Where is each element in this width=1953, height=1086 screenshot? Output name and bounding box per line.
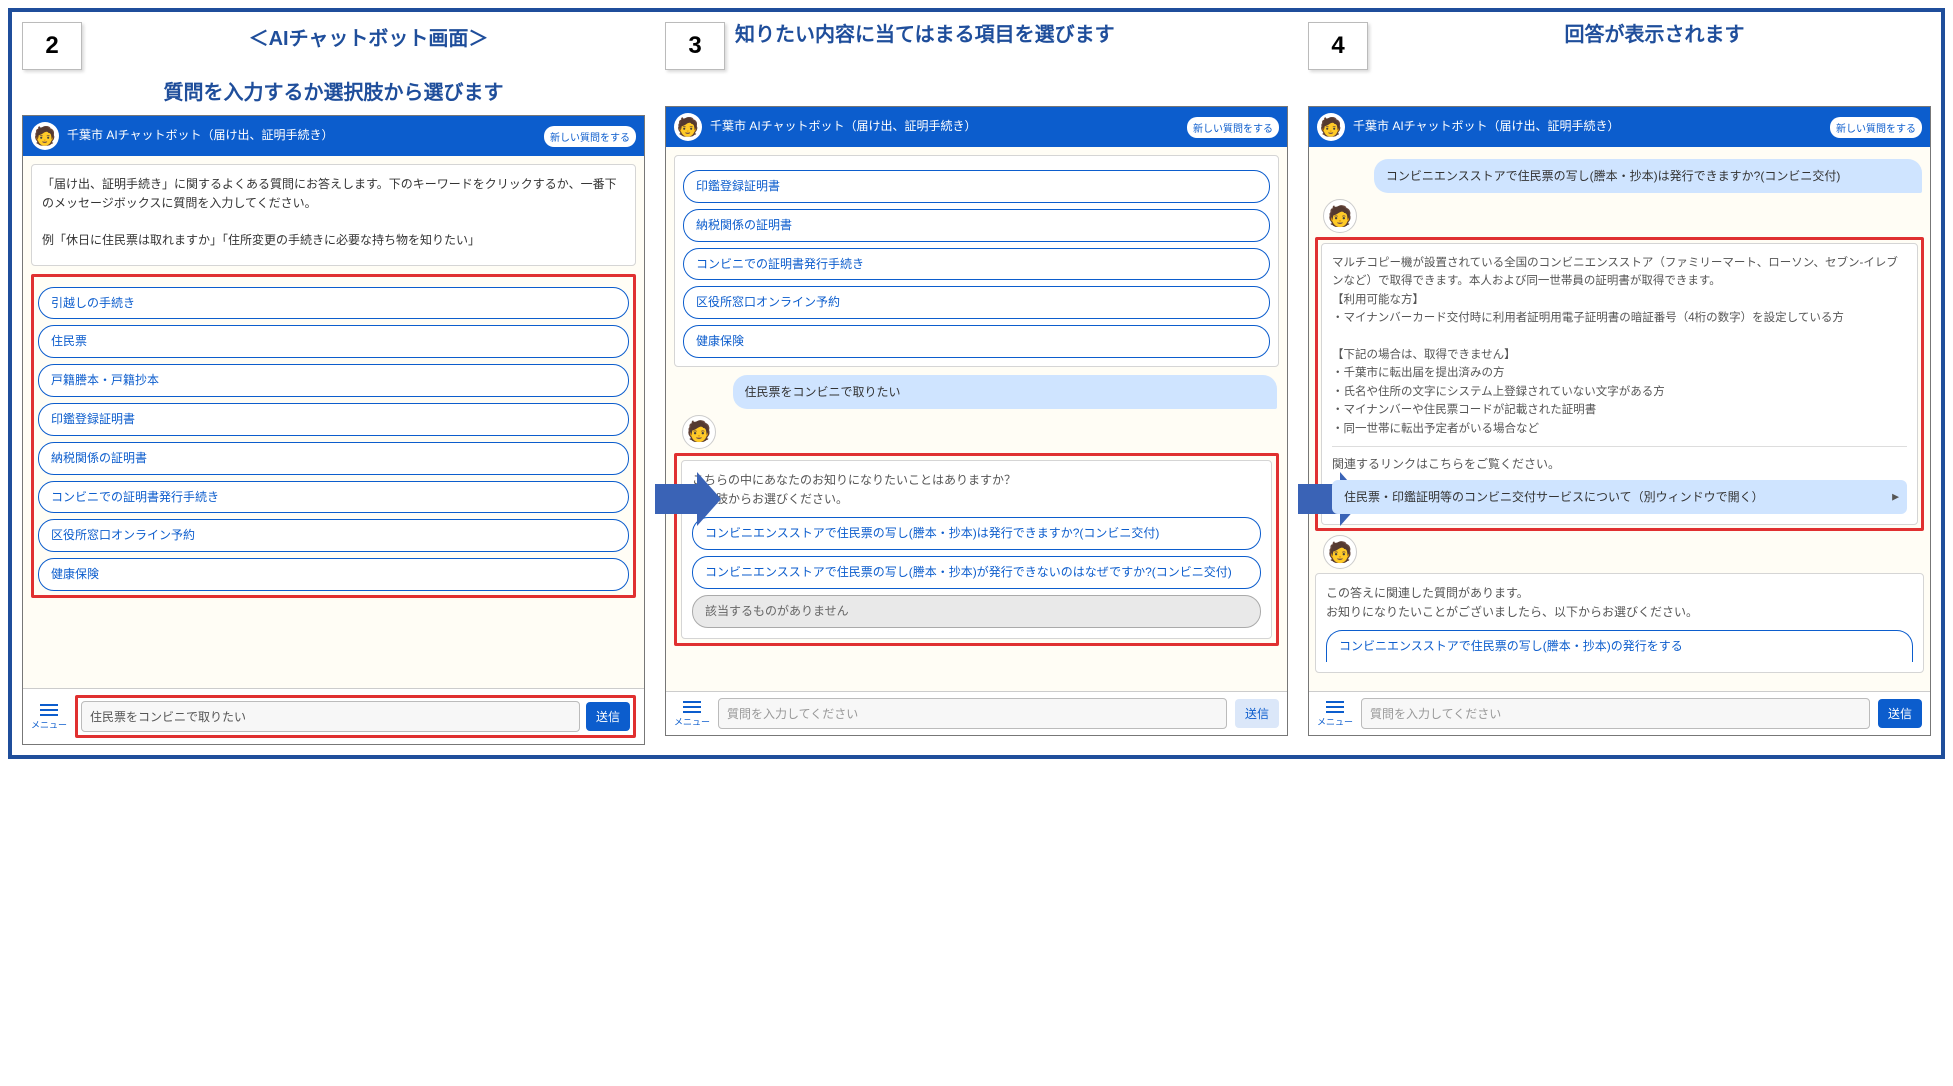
followup-intro: この答えに関連した質問があります。 お知りになりたいことがございましたら、以下か… [1326, 584, 1913, 622]
send-button[interactable]: 送信 [1878, 699, 1922, 728]
new-question-button[interactable]: 新しい質問をする [1830, 117, 1922, 138]
bot-avatar-icon: 🧑 [1323, 199, 1357, 233]
option-button[interactable]: 戸籍謄本・戸籍抄本 [38, 364, 629, 397]
bot-avatar-icon: 🧑 [674, 113, 702, 141]
step-3-caption: 知りたい内容に当てはまる項目を選びます [735, 22, 1115, 49]
bot-intro-text: 「届け出、証明手続き」に関するよくある質問にお答えします。下のキーワードをクリッ… [42, 175, 625, 213]
menu-icon[interactable]: メニュー [674, 700, 710, 728]
screen-title: ＜AIチャットボット画面＞ [92, 22, 645, 51]
phone-mock-2: 🧑 千葉市 AIチャットボット（届け出、証明手続き） 新しい質問をする 「届け出… [22, 115, 645, 745]
bot-avatar-icon: 🧑 [31, 122, 59, 150]
option-button[interactable]: コンビニでの証明書発行手続き [38, 481, 629, 514]
related-link[interactable]: 住民票・印鑑証明等のコンビニ交付サービスについて（別ウィンドウで開く） [1332, 480, 1907, 514]
chatbot-title: 千葉市 AIチャットボット（届け出、証明手続き） [710, 119, 1179, 135]
bot-avatar-icon: 🧑 [682, 415, 716, 449]
option-button[interactable]: コンビニでの証明書発行手続き [683, 248, 1270, 281]
step-2-column: 2 ＜AIチャットボット画面＞ 質問を入力するか選択肢から選びます 🧑 千葉市 … [22, 22, 645, 745]
menu-label: メニュー [1317, 715, 1353, 728]
instruction-page: 2 ＜AIチャットボット画面＞ 質問を入力するか選択肢から選びます 🧑 千葉市 … [8, 8, 1945, 759]
user-message: コンビニエンスストアで住民票の写し(謄本・抄本)は発行できますか?(コンビニ交付… [1374, 159, 1922, 193]
option-button[interactable]: 印鑑登録証明書 [38, 403, 629, 436]
send-button[interactable]: 送信 [586, 702, 630, 731]
option-button[interactable]: コンビニエンスストアで住民票の写し(謄本・抄本)は発行できますか?(コンビニ交付… [692, 517, 1261, 550]
phone-mock-3: 🧑 千葉市 AIチャットボット（届け出、証明手続き） 新しい質問をする 印鑑登録… [665, 106, 1288, 736]
option-button[interactable]: 住民票 [38, 325, 629, 358]
option-list: 引越しの手続き 住民票 戸籍謄本・戸籍抄本 印鑑登録証明書 納税関係の証明書 コ… [38, 287, 629, 591]
chatbot-title: 千葉市 AIチャットボット（届け出、証明手続き） [1353, 119, 1822, 135]
step-badge-2: 2 [22, 22, 82, 70]
bot-avatar-icon: 🧑 [1317, 113, 1345, 141]
menu-label: メニュー [31, 718, 67, 731]
message-input[interactable]: 住民票をコンビニで取りたい [81, 701, 580, 732]
send-button[interactable]: 送信 [1235, 699, 1279, 728]
option-button[interactable]: コンビニエンスストアで住民票の写し(謄本・抄本)の発行をする [1326, 630, 1913, 662]
option-button[interactable]: コンビニエンスストアで住民票の写し(謄本・抄本)が発行できないのはなぜですか?(… [692, 556, 1261, 589]
option-button[interactable]: 納税関係の証明書 [683, 209, 1270, 242]
phone-mock-4: 🧑 千葉市 AIチャットボット（届け出、証明手続き） 新しい質問をする コンビニ… [1308, 106, 1931, 736]
message-input[interactable]: 質問を入力してください [1361, 698, 1870, 729]
option-button[interactable]: 健康保険 [683, 325, 1270, 358]
option-button[interactable]: 印鑑登録証明書 [683, 170, 1270, 203]
option-button[interactable]: 健康保険 [38, 558, 629, 591]
step-3-column: 3 知りたい内容に当てはまる項目を選びます 🧑 千葉市 AIチャットボット（届け… [665, 22, 1288, 736]
menu-label: メニュー [674, 715, 710, 728]
step-2-caption: 質問を入力するか選択肢から選びます [22, 80, 645, 107]
step-4-column: 4 回答が表示されます 🧑 千葉市 AIチャットボット（届け出、証明手続き） 新… [1308, 22, 1931, 736]
option-button[interactable]: 引越しの手続き [38, 287, 629, 320]
option-button-none[interactable]: 該当するものがありません [692, 595, 1261, 628]
step-badge-4: 4 [1308, 22, 1368, 70]
option-button[interactable]: 納税関係の証明書 [38, 442, 629, 475]
chatbot-title: 千葉市 AIチャットボット（届け出、証明手続き） [67, 128, 536, 144]
option-button[interactable]: 区役所窓口オンライン予約 [38, 519, 629, 552]
bot-avatar-icon: 🧑 [1323, 535, 1357, 569]
new-question-button[interactable]: 新しい質問をする [1187, 117, 1279, 138]
bot-answer: マルチコピー機が設置されている全国のコンビニエンスストア（ファミリーマート、ロー… [1332, 254, 1907, 438]
menu-icon[interactable]: メニュー [1317, 700, 1353, 728]
bot-intro-example: 例「休日に住民票は取れますか」「住所変更の手続きに必要な持ち物を知りたい」 [42, 231, 625, 250]
step-badge-3: 3 [665, 22, 725, 70]
option-button[interactable]: 区役所窓口オンライン予約 [683, 286, 1270, 319]
menu-icon[interactable]: メニュー [31, 703, 67, 731]
new-question-button[interactable]: 新しい質問をする [544, 126, 636, 147]
related-links-label: 関連するリンクはこちらをご覧ください。 [1332, 455, 1907, 474]
step-4-caption: 回答が表示されます [1378, 22, 1931, 49]
message-input[interactable]: 質問を入力してください [718, 698, 1227, 729]
user-message: 住民票をコンビニで取りたい [733, 375, 1278, 409]
bot-prompt: こちらの中にあなたのお知りになりたいことはありますか？ 選択肢からお選びください… [692, 471, 1261, 509]
